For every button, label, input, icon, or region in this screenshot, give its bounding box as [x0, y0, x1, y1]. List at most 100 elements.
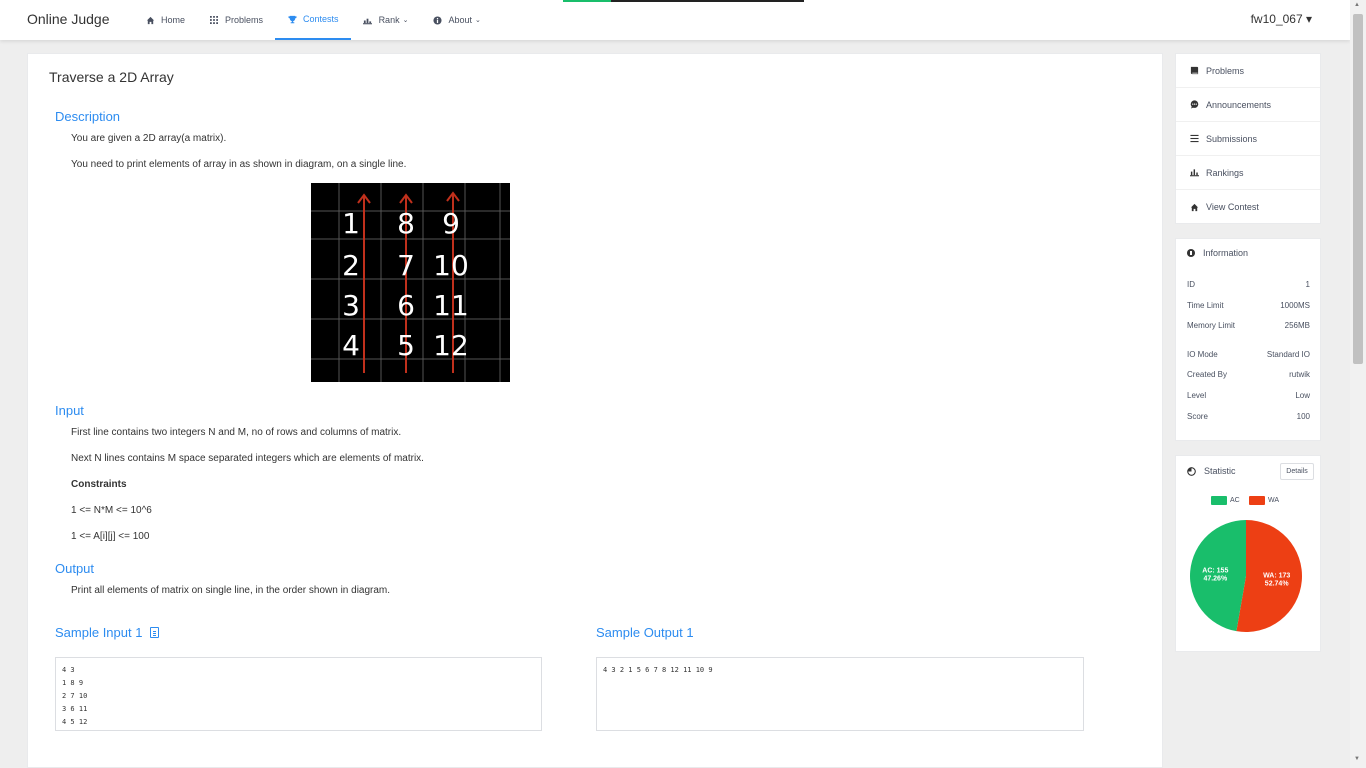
brand-logo[interactable]: Online Judge — [27, 11, 110, 27]
info-value: Low — [1295, 391, 1310, 400]
sample-input-line: 4 5 12 — [62, 718, 88, 726]
output-text: Print all elements of matrix on single l… — [71, 585, 391, 596]
book-icon — [1189, 66, 1199, 76]
info-value: 100 — [1296, 412, 1310, 421]
legend-item-wa[interactable]: WA — [1249, 496, 1279, 505]
chat-icon — [1189, 100, 1199, 110]
legend-swatch — [1211, 496, 1227, 505]
nav-rank[interactable]: Rank ⌄ — [351, 0, 421, 40]
info-label: Memory Limit — [1187, 321, 1236, 330]
scroll-up-arrow-icon[interactable]: ▲ — [1354, 2, 1360, 8]
nav-problems-label: Problems — [225, 15, 264, 25]
info-row-io-mode: IO Mode Standard IO — [1187, 350, 1310, 359]
sample-output-box[interactable]: 4 3 2 1 5 6 7 8 12 11 10 9 — [596, 657, 1084, 731]
diagram-number: 10 — [433, 249, 469, 282]
sample-output-title: Sample Output 1 — [596, 625, 694, 640]
info-row-time-limit: Time Limit 1000MS — [1187, 301, 1310, 310]
nav-rank-label: Rank — [378, 15, 400, 25]
problem-panel: Traverse a 2D Array Description You are … — [27, 53, 1163, 768]
bar-chart-icon — [1189, 168, 1199, 178]
legend-swatch — [1249, 496, 1265, 505]
page-scrollbar[interactable]: ▲ ▼ — [1350, 0, 1366, 768]
diagram-number: 2 — [342, 249, 360, 282]
chevron-down-icon: ⌄ — [474, 17, 481, 24]
menu-announcements-label: Announcements — [1206, 99, 1272, 110]
information-title: Information — [1203, 248, 1249, 258]
loading-bar — [563, 0, 611, 2]
copy-icon[interactable] — [150, 627, 160, 638]
diagram-number: 7 — [397, 249, 415, 282]
pie-data-label: AC: 155 — [1202, 567, 1228, 574]
output-heading: Output — [55, 561, 95, 576]
menu-problems[interactable]: Problems — [1176, 54, 1320, 88]
contest-menu-card: Problems Announcements Submissions Ranki… — [1175, 53, 1321, 224]
home-icon — [145, 15, 155, 25]
list-icon — [1189, 134, 1199, 144]
legend-label: WA — [1268, 497, 1280, 504]
nav-about-label: About — [448, 15, 472, 25]
top-navbar: Online Judge Home Problems Contests Rank — [0, 0, 1350, 40]
sample-input-label: Sample Input 1 — [55, 625, 143, 640]
constraint-text: 1 <= N*M <= 10^6 — [71, 505, 152, 516]
details-button[interactable]: Details — [1280, 463, 1314, 480]
legend-item-ac[interactable]: AC — [1211, 496, 1240, 505]
bar-chart-icon — [363, 15, 373, 25]
nav-contests-label: Contests — [303, 14, 339, 24]
sample-input-title: Sample Input 1 — [55, 625, 160, 640]
home-icon — [1189, 202, 1199, 212]
sample-input-box[interactable]: 4 3 1 8 9 2 7 10 3 6 11 4 5 12 — [55, 657, 542, 731]
info-value: 256MB — [1284, 321, 1310, 330]
info-row-memory-limit: Memory Limit 256MB — [1187, 321, 1310, 330]
menu-rankings[interactable]: Rankings — [1176, 156, 1320, 190]
input-text: Next N lines contains M space separated … — [71, 453, 424, 464]
menu-submissions[interactable]: Submissions — [1176, 122, 1320, 156]
scroll-down-arrow-icon[interactable]: ▼ — [1354, 756, 1360, 762]
diagram-number: 4 — [342, 329, 360, 362]
scrollbar-thumb[interactable] — [1353, 14, 1363, 364]
statistic-title: Statistic — [1204, 466, 1236, 476]
info-circle-icon — [1187, 249, 1195, 257]
diagram-number: 12 — [433, 329, 469, 362]
menu-view-contest-label: View Contest — [1206, 202, 1259, 212]
statistic-heading: Statistic — [1187, 466, 1236, 476]
problem-title: Traverse a 2D Array — [49, 69, 174, 85]
menu-problems-label: Problems — [1206, 65, 1245, 76]
info-label: Created By — [1187, 370, 1228, 379]
legend-label: AC — [1230, 497, 1240, 504]
info-label: Time Limit — [1187, 301, 1224, 310]
nav-contests[interactable]: Contests — [275, 0, 351, 40]
menu-submissions-label: Submissions — [1206, 133, 1258, 144]
diagram-number: 3 — [342, 289, 360, 322]
pie-chart-icon — [1187, 466, 1196, 476]
loading-bar-track — [611, 0, 804, 2]
sample-output-line: 4 3 2 1 5 6 7 8 12 11 10 9 — [603, 666, 713, 674]
input-heading: Input — [55, 403, 84, 418]
constraints-heading: Constraints — [71, 479, 127, 490]
info-value: 1 — [1305, 280, 1310, 289]
information-heading: Information — [1187, 248, 1248, 258]
pie-data-label: 47.26% — [1203, 575, 1228, 582]
description-heading: Description — [55, 109, 121, 124]
description-text: You are given a 2D array(a matrix). — [71, 133, 227, 144]
pie-data-label: 52.74% — [1265, 581, 1290, 588]
info-value: Standard IO — [1266, 350, 1310, 359]
info-row-score: Score 100 — [1187, 412, 1310, 421]
info-label: IO Mode — [1187, 350, 1218, 359]
nav-home-label: Home — [161, 15, 186, 25]
grid-icon — [209, 15, 219, 25]
menu-view-contest[interactable]: View Contest — [1176, 190, 1320, 224]
description-text: You need to print elements of array in a… — [71, 159, 407, 170]
diagram-number: 8 — [397, 207, 415, 240]
diagram-number: 11 — [433, 289, 469, 322]
info-label: ID — [1187, 280, 1195, 289]
traversal-diagram: 1 8 9 2 7 10 3 6 11 4 5 12 — [311, 183, 510, 382]
user-menu[interactable]: fw10_067 ▾ — [1251, 12, 1312, 26]
sample-input-line: 3 6 11 — [62, 705, 88, 713]
info-label: Level — [1187, 391, 1207, 400]
nav-problems[interactable]: Problems — [197, 0, 275, 40]
statistic-pie-chart: WA: 17352.74% AC: 15547.26% — [1190, 520, 1302, 632]
nav-about[interactable]: About ⌄ — [420, 0, 492, 40]
nav-home[interactable]: Home — [133, 0, 197, 40]
menu-announcements[interactable]: Announcements — [1176, 88, 1320, 122]
pie-data-label: WA: 173 — [1263, 573, 1290, 580]
